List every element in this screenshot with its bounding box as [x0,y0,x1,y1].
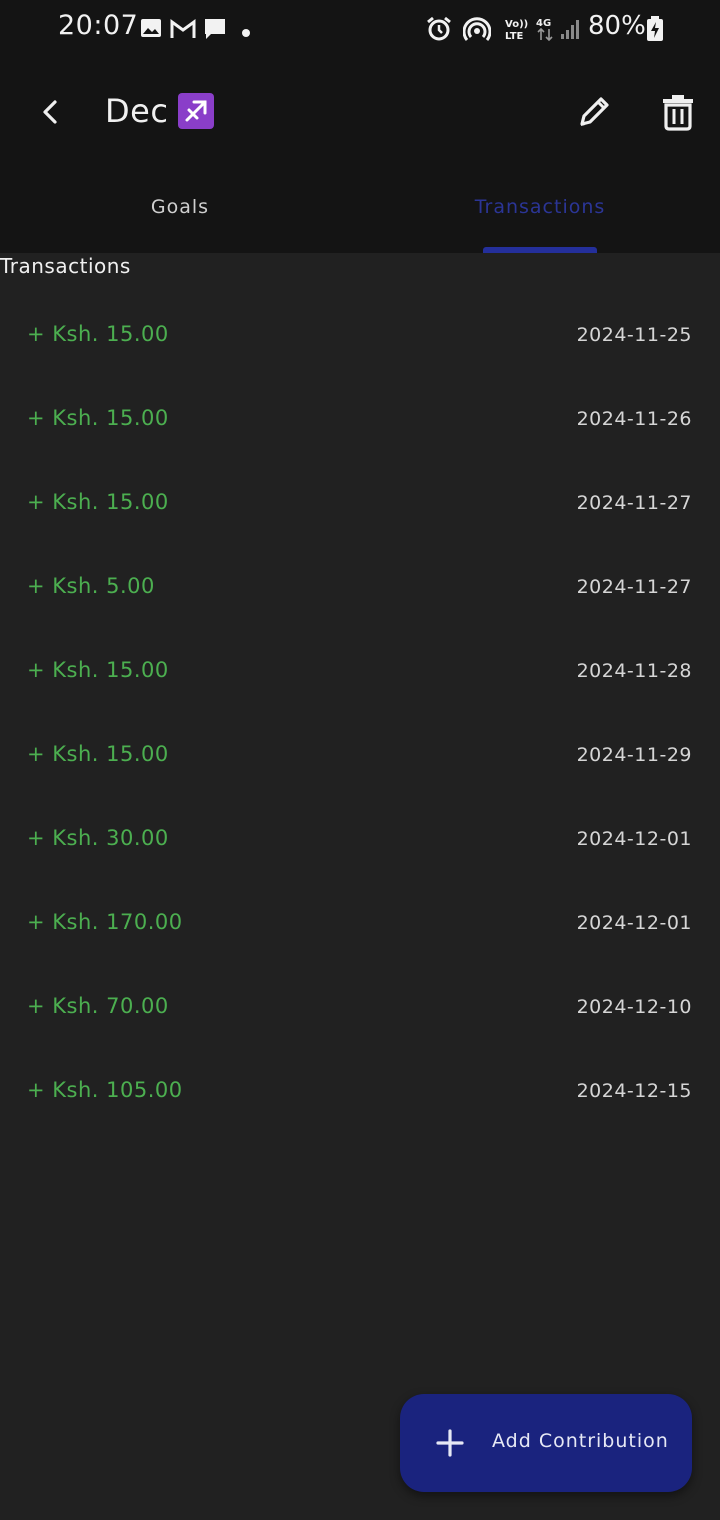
chat-bubble-icon [203,17,227,45]
battery-percentage: 80% [588,11,646,41]
status-time: 20:07 [58,10,139,41]
trash-icon [663,95,693,131]
transaction-amount: + Ksh. 15.00 [27,406,169,430]
page-title: Dec [105,92,215,130]
transaction-amount: + Ksh. 70.00 [27,994,169,1018]
tab-goals[interactable]: Goals [0,196,360,218]
transaction-date: 2024-11-26 [576,408,692,430]
delete-button[interactable] [660,92,696,132]
transaction-amount: + Ksh. 15.00 [27,322,169,346]
transaction-date: 2024-12-15 [576,1080,692,1102]
volte-icon: Vo)) LTE [504,17,528,45]
4g-data-icon: 4G [535,16,555,46]
page-title-text: Dec [105,92,169,130]
transaction-date: 2024-12-10 [576,996,692,1018]
transaction-date: 2024-11-28 [576,660,692,682]
transaction-row[interactable]: + Ksh. 5.00 2024-11-27 [0,546,720,630]
transaction-row[interactable]: + Ksh. 15.00 2024-11-27 [0,462,720,546]
transaction-date: 2024-12-01 [576,912,692,934]
transaction-amount: + Ksh. 5.00 [27,574,155,598]
transaction-list: + Ksh. 15.00 2024-11-25 + Ksh. 15.00 202… [0,294,720,1134]
transaction-amount: + Ksh. 15.00 [27,658,169,682]
transaction-row[interactable]: + Ksh. 70.00 2024-12-10 [0,966,720,1050]
transaction-amount: + Ksh. 105.00 [27,1078,183,1102]
back-arrow-icon [43,100,57,124]
alarm-icon [426,16,452,46]
transaction-amount: + Ksh. 30.00 [27,826,169,850]
dot-icon [241,23,251,42]
add-contribution-button[interactable]: Add Contribution [400,1394,692,1492]
sagittarius-icon [178,93,215,129]
transaction-date: 2024-11-27 [576,492,692,514]
svg-text:LTE: LTE [505,31,524,41]
tab-transactions[interactable]: Transactions [360,196,720,218]
hotspot-icon [462,16,492,46]
status-bar: 20:07 Vo)) LTE 4G 80% [0,0,720,58]
transaction-amount: + Ksh. 170.00 [27,910,183,934]
transaction-row[interactable]: + Ksh. 170.00 2024-12-01 [0,882,720,966]
add-contribution-label: Add Contribution [492,1430,669,1452]
transaction-row[interactable]: + Ksh. 15.00 2024-11-26 [0,378,720,462]
section-heading: Transactions [0,254,131,278]
transaction-row[interactable]: + Ksh. 105.00 2024-12-15 [0,1050,720,1134]
battery-charging-icon [646,16,664,46]
svg-text:Vo)): Vo)) [505,19,528,30]
pencil-icon [580,97,609,126]
back-button[interactable] [30,90,70,134]
plus-icon [436,1429,464,1457]
transaction-date: 2024-12-01 [576,828,692,850]
transaction-date: 2024-11-27 [576,576,692,598]
transaction-row[interactable]: + Ksh. 15.00 2024-11-25 [0,294,720,378]
transaction-row[interactable]: + Ksh. 30.00 2024-12-01 [0,798,720,882]
active-tab-indicator [483,247,597,253]
edit-button[interactable] [574,92,614,132]
transaction-amount: + Ksh. 15.00 [27,490,169,514]
gmail-icon [170,19,196,43]
transaction-date: 2024-11-25 [576,324,692,346]
transaction-date: 2024-11-29 [576,744,692,766]
signal-icon [560,18,582,44]
svg-text:4G: 4G [536,18,551,29]
transaction-amount: + Ksh. 15.00 [27,742,169,766]
image-icon [140,18,162,42]
transaction-row[interactable]: + Ksh. 15.00 2024-11-28 [0,630,720,714]
transaction-row[interactable]: + Ksh. 15.00 2024-11-29 [0,714,720,798]
